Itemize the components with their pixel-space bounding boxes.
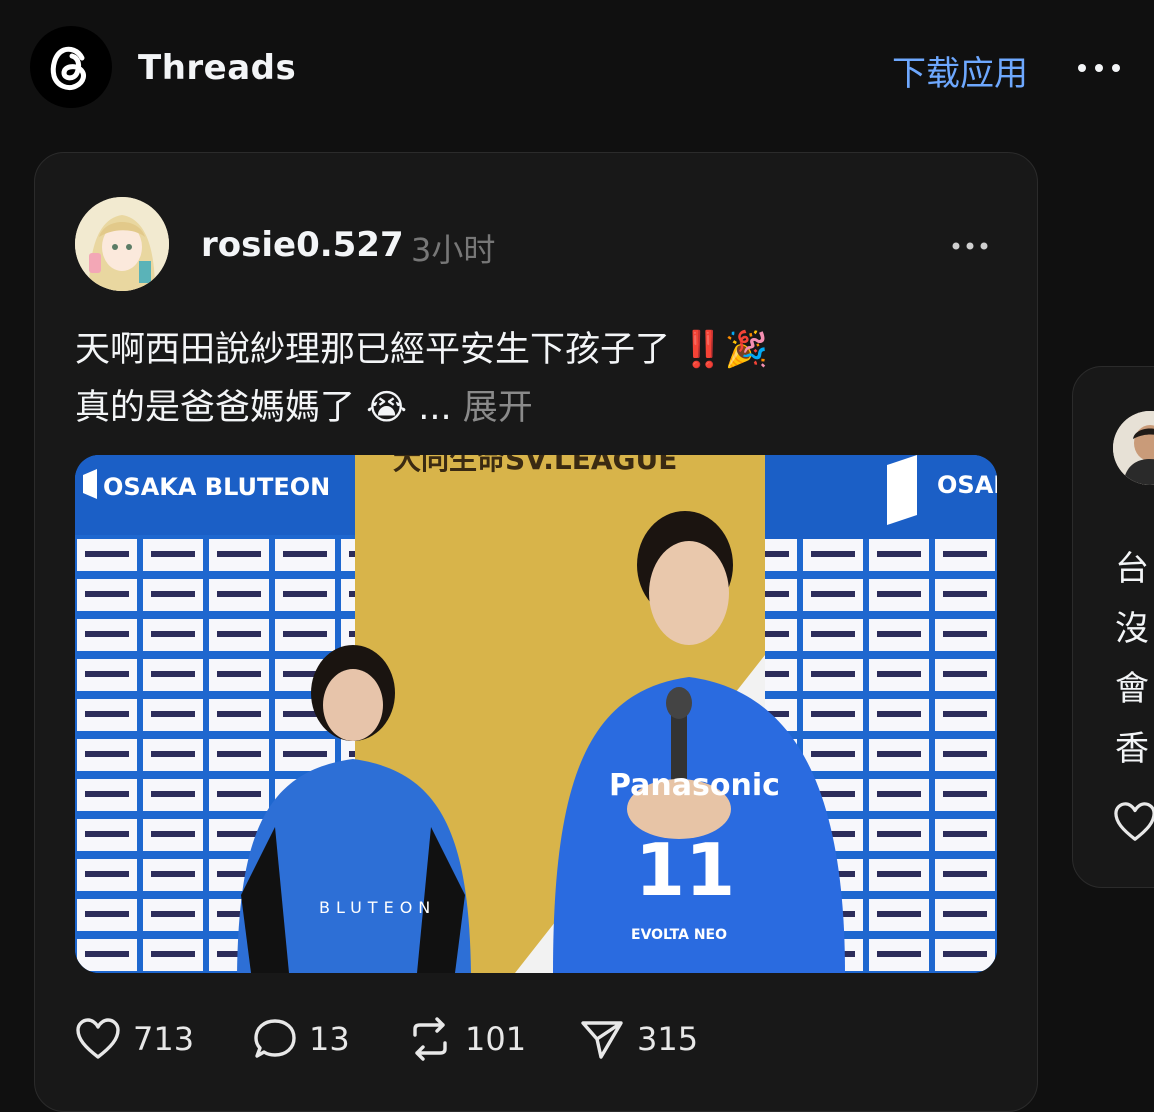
shirt-text: BLUTEON (319, 898, 436, 917)
side-text-char-2: 沒 (1115, 609, 1149, 649)
post-text-line-1-emoji: ‼️🎉 (681, 330, 769, 370)
banner-left-text: OSAKA BLUTEON (103, 473, 330, 501)
threads-logo-icon[interactable] (30, 26, 112, 108)
brand-title: Threads (138, 48, 297, 88)
post-text: 天啊西田說紗理那已經平安生下孩子了 ‼️🎉 真的是爸爸媽媽了 😭 ... 展开 (75, 321, 975, 437)
side-text-char-3: 會 (1115, 669, 1149, 709)
repost-icon[interactable] (407, 1017, 453, 1061)
post-image[interactable]: OSAKA BLUTEON OSAKA 大同生命SV.LEAGUE BLUTEO… (75, 455, 997, 973)
share-action[interactable]: 315 (579, 1011, 698, 1067)
jersey-sponsor-text: Panasonic (609, 768, 780, 803)
post-more-icon[interactable] (951, 239, 989, 253)
side-text-char-4: 香 (1115, 729, 1149, 769)
heart-icon[interactable] (75, 1017, 121, 1061)
reply-count: 13 (309, 1020, 350, 1058)
post-text-line-2: 真的是爸爸媽媽了 (75, 388, 356, 428)
repost-count: 101 (465, 1020, 527, 1058)
share-count: 315 (637, 1020, 699, 1058)
username-link[interactable]: rosie0.527 (201, 225, 404, 265)
like-count: 713 (133, 1020, 195, 1058)
repost-action[interactable]: 101 (407, 1011, 526, 1067)
avatar[interactable] (75, 197, 169, 291)
side-text-char-1: 台 (1115, 549, 1149, 589)
league-banner-text: 大同生命SV.LEAGUE (393, 455, 677, 476)
jersey-bottom-text: EVOLTA NEO (631, 927, 727, 943)
side-avatar[interactable] (1113, 411, 1154, 485)
post-actions: 713 13 101 315 (75, 1011, 775, 1067)
post-text-line-1: 天啊西田說紗理那已經平安生下孩子了 (75, 330, 671, 370)
more-horizontal-icon[interactable] (1076, 58, 1122, 78)
top-bar: Threads 下载应用 (0, 0, 1154, 140)
side-heart-icon[interactable] (1113, 801, 1154, 843)
send-icon[interactable] (579, 1017, 625, 1061)
like-action[interactable]: 713 (75, 1011, 194, 1067)
download-app-button[interactable]: 下载应用 (892, 46, 1028, 95)
comment-icon[interactable] (253, 1017, 297, 1061)
ellipsis: ... (418, 388, 452, 428)
expand-link[interactable]: 展开 (463, 388, 533, 428)
next-post-card[interactable]: 台 沒 會 香 (1072, 366, 1154, 888)
post-card[interactable]: rosie0.527 3小时 天啊西田說紗理那已經平安生下孩子了 ‼️🎉 真的是… (34, 152, 1038, 1112)
post-text-line-2-emoji: 😭 (366, 388, 408, 428)
post-time: 3小时 (411, 231, 496, 269)
jersey-number: 11 (635, 828, 735, 912)
reply-action[interactable]: 13 (253, 1011, 350, 1067)
banner-right-text: OSAKA (937, 471, 997, 499)
